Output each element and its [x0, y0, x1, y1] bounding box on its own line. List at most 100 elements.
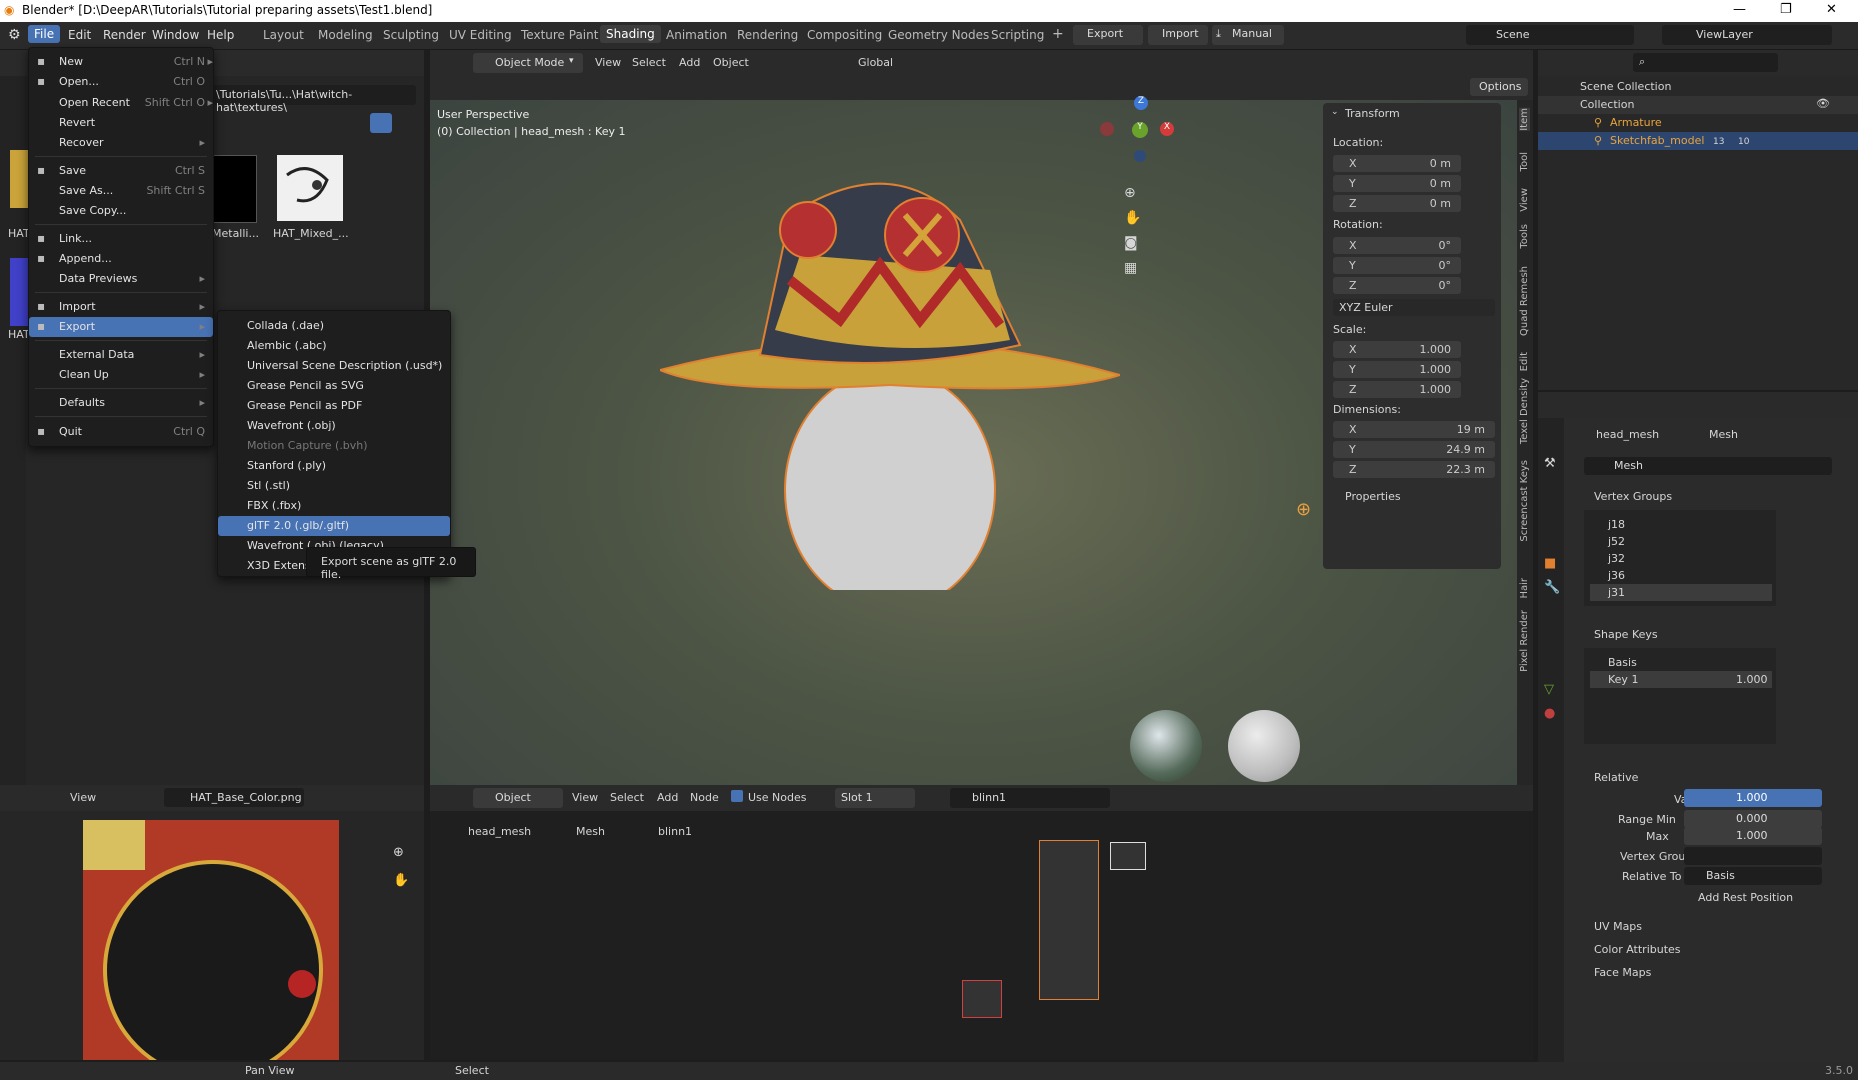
principled-bsdf-node[interactable]	[1039, 840, 1099, 1000]
export-menu-item[interactable]: Universal Scene Description (.usd*)	[218, 356, 450, 376]
shape-keys-title[interactable]: Shape Keys	[1594, 628, 1658, 641]
export-menu-item[interactable]: glTF 2.0 (.glb/.gltf)	[218, 516, 450, 536]
minimize-icon[interactable]: —	[1733, 2, 1746, 17]
thumbnail-mixed[interactable]	[277, 155, 343, 221]
menu-file[interactable]: File	[28, 25, 61, 43]
z-axis-icon[interactable]: Z	[1134, 96, 1148, 110]
dimensions-x-field[interactable]: X 19 m	[1333, 421, 1503, 438]
scale-x-field[interactable]: X 1.000	[1333, 341, 1503, 358]
neg-x-axis-icon[interactable]	[1100, 122, 1114, 136]
list-item[interactable]: j31	[1590, 584, 1772, 601]
file-menu-item[interactable]: Recover ▸	[29, 133, 213, 153]
list-item[interactable]: j18	[1590, 516, 1772, 533]
export-menu-item[interactable]: Collada (.dae)	[218, 316, 450, 336]
export-menu-item[interactable]: FBX (.fbx)	[218, 496, 450, 516]
zoom-icon[interactable]: ⊕	[393, 845, 404, 860]
tab-quad-remesh[interactable]: Quad Remesh	[1519, 266, 1530, 336]
list-item[interactable]: Basis	[1590, 654, 1772, 671]
file-menu-item[interactable]: Import ▸ ▪	[29, 297, 213, 317]
close-icon[interactable]: ✕	[1826, 2, 1837, 17]
quick-export-button[interactable]: Export	[1073, 25, 1143, 45]
tab-scripting[interactable]: Scripting	[991, 28, 1044, 42]
viewport-menu-object[interactable]: Object	[713, 56, 749, 69]
camera-icon[interactable]: ◙	[1124, 235, 1138, 251]
rotation-x-field[interactable]: X 0°	[1333, 237, 1503, 254]
location-y-field[interactable]: Y0 m	[1333, 175, 1503, 192]
range-min-field[interactable]: 0.000	[1684, 810, 1822, 828]
file-menu-item[interactable]: External Data ▸	[29, 345, 213, 365]
file-menu-item[interactable]: Revert	[29, 113, 213, 133]
menu-edit[interactable]: Edit	[68, 28, 91, 42]
location-x-field[interactable]: X0 m	[1333, 155, 1503, 172]
blender-menu-icon[interactable]: ⚙	[8, 27, 21, 43]
slot-dropdown[interactable]: Slot 1	[835, 788, 915, 808]
viewport-menu-add[interactable]: Add	[679, 56, 700, 69]
add-rest-position-checkbox[interactable]: Add Rest Position	[1698, 891, 1793, 904]
tab-sculpting[interactable]: Sculpting	[383, 28, 439, 42]
list-item[interactable]: Key 1 1.000	[1590, 671, 1772, 688]
view-layer-selector[interactable]: ViewLayer	[1662, 25, 1832, 45]
object-tab-icon[interactable]: ■	[1544, 556, 1556, 571]
navigation-gizmo[interactable]: Z Y X	[1095, 96, 1174, 190]
uv-maps-panel[interactable]: UV Maps	[1594, 920, 1642, 933]
tab-edit[interactable]: Edit	[1519, 352, 1530, 371]
thumbnail-left-2[interactable]	[10, 258, 28, 326]
material-output-node[interactable]	[1110, 842, 1146, 870]
file-menu-item[interactable]: Save Copy...	[29, 201, 213, 221]
file-menu-item[interactable]: Export ▸ ▪	[29, 317, 213, 337]
export-menu-item[interactable]: Wavefront (.obj)	[218, 416, 450, 436]
material-name-field[interactable]: blinn1	[950, 788, 1110, 808]
color-attributes-panel[interactable]: Color Attributes	[1594, 943, 1681, 956]
tab-compositing[interactable]: Compositing	[807, 28, 882, 42]
mesh-name-field[interactable]: Mesh	[1584, 457, 1832, 475]
transform-orientation-dropdown[interactable]: Global	[858, 56, 893, 69]
tab-view[interactable]: View	[1519, 188, 1530, 212]
export-menu-item[interactable]: Stanford (.ply)	[218, 456, 450, 476]
collapse-icon[interactable]: ⌄	[1331, 107, 1339, 117]
node-menu-select[interactable]: Select	[610, 791, 644, 804]
filter-icon[interactable]	[370, 113, 392, 133]
tab-item[interactable]: Item	[1519, 108, 1530, 131]
export-menu-item[interactable]: Grease Pencil as SVG	[218, 376, 450, 396]
zoom-icon[interactable]: ⊕	[1124, 185, 1136, 201]
tab-rendering[interactable]: Rendering	[737, 28, 798, 42]
tab-screencast-keys[interactable]: Screencast Keys	[1519, 460, 1530, 542]
modifier-tab-icon[interactable]: 🔧	[1544, 580, 1560, 595]
export-menu-item[interactable]: Motion Capture (.bvh)	[218, 436, 450, 456]
x-axis-icon[interactable]: X	[1160, 122, 1174, 136]
quick-import-button[interactable]: Import	[1148, 25, 1208, 45]
dimensions-y-field[interactable]: Y 24.9 m	[1333, 441, 1503, 458]
location-z-field[interactable]: Z0 m	[1333, 195, 1503, 212]
hat-head-model[interactable]	[660, 160, 1120, 590]
properties-subpanel[interactable]: Properties	[1345, 490, 1401, 503]
scene-selector[interactable]: Scene	[1466, 25, 1634, 45]
menu-help[interactable]: Help	[207, 28, 234, 42]
file-menu-item[interactable]: Data Previews ▸	[29, 269, 213, 289]
dimensions-z-field[interactable]: Z 22.3 m	[1333, 461, 1503, 478]
grid-icon[interactable]: ▦	[1124, 260, 1137, 276]
list-item[interactable]: j32	[1590, 550, 1772, 567]
rotation-y-field[interactable]: Y 0°	[1333, 257, 1503, 274]
file-menu-item[interactable]: New Ctrl N ▸ ▪	[29, 52, 213, 72]
menu-window[interactable]: Window	[152, 28, 199, 42]
file-menu-item[interactable]: Clean Up ▸	[29, 365, 213, 385]
tab-texel-density[interactable]: Texel Density	[1519, 378, 1530, 444]
tab-uv-editing[interactable]: UV Editing	[449, 28, 512, 42]
file-menu-item[interactable]: Defaults ▸	[29, 393, 213, 413]
file-menu-item[interactable]: Open Recent Shift Ctrl O ▸	[29, 93, 213, 113]
eye-icon[interactable]: 👁	[1816, 97, 1830, 110]
maximize-icon[interactable]: ❐	[1780, 2, 1792, 17]
tool-tab-icon[interactable]: ⚒	[1544, 456, 1556, 471]
list-item[interactable]: j36	[1590, 567, 1772, 584]
rotation-mode-dropdown[interactable]: XYZ Euler	[1333, 299, 1495, 316]
tab-hair[interactable]: Hair	[1519, 578, 1530, 599]
tab-tools[interactable]: Tools	[1519, 224, 1530, 249]
outliner-scene-collection[interactable]: Scene Collection	[1580, 80, 1671, 93]
vertex-groups-title[interactable]: Vertex Groups	[1594, 490, 1672, 503]
thumbnail-metallic[interactable]	[212, 155, 257, 223]
material-tab-icon[interactable]: ●	[1544, 706, 1555, 721]
tab-shading[interactable]: Shading	[600, 25, 661, 43]
viewport-menu-select[interactable]: Select	[632, 56, 666, 69]
outliner-search-input[interactable]: ⌕	[1633, 53, 1778, 72]
tab-texture-paint[interactable]: Texture Paint	[521, 28, 598, 42]
